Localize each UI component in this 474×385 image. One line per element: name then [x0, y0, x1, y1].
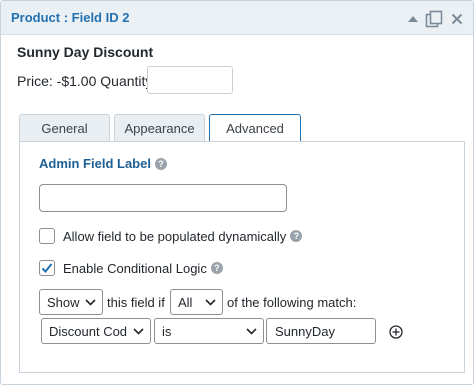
- field-settings-panel: Product : Field ID 2 Sunny Day Discount …: [0, 0, 474, 385]
- panel-body: Sunny Day Discount Price: -$1.00 Quantit…: [1, 36, 473, 384]
- conditional-logic-label[interactable]: Enable Conditional Logic: [63, 261, 207, 276]
- price-text: Price: -$1.00: [17, 73, 97, 89]
- rule-field-value: Discount Cod: [49, 323, 128, 339]
- rule-value-input[interactable]: SunnyDay: [266, 318, 376, 344]
- help-icon[interactable]: ?: [290, 230, 303, 242]
- chevron-down-icon: [246, 328, 257, 335]
- conditional-logic-checkbox[interactable]: [39, 260, 55, 276]
- rule-operator-select[interactable]: is: [154, 318, 264, 344]
- panel-title: Product : Field ID 2: [11, 10, 130, 25]
- price-row: Price: -$1.00 Quantity:: [17, 73, 156, 89]
- close-icon[interactable]: [447, 9, 467, 29]
- duplicate-icon[interactable]: [424, 9, 444, 29]
- help-icon[interactable]: ?: [154, 158, 167, 170]
- allow-dynamic-row: Allow field to be populated dynamically …: [39, 228, 303, 244]
- advanced-tab-panel: Admin Field Label? Allow field to be pop…: [19, 141, 465, 373]
- chevron-down-icon: [85, 299, 96, 306]
- tab-advanced[interactable]: Advanced: [209, 114, 301, 141]
- allow-dynamic-label[interactable]: Allow field to be populated dynamically: [63, 229, 286, 244]
- chevron-down-icon: [205, 299, 216, 306]
- admin-field-label: Admin Field Label?: [39, 156, 167, 171]
- allow-dynamic-checkbox[interactable]: [39, 228, 55, 244]
- match-select[interactable]: All: [170, 289, 223, 315]
- action-select-value: Show: [47, 294, 80, 310]
- admin-label-input[interactable]: [39, 184, 287, 212]
- conditional-logic-row: Enable Conditional Logic ?: [39, 260, 223, 276]
- match-select-value: All: [178, 294, 193, 310]
- rule-operator-value: is: [162, 323, 172, 339]
- field-name: Sunny Day Discount: [17, 44, 154, 60]
- this-field-if-text: this field if: [107, 295, 165, 310]
- tab-general[interactable]: General: [19, 114, 110, 142]
- help-icon[interactable]: ?: [210, 262, 223, 274]
- tab-appearance[interactable]: Appearance: [114, 114, 205, 142]
- collapse-arrow-icon[interactable]: [403, 9, 423, 29]
- add-rule-icon[interactable]: [389, 325, 403, 344]
- chevron-down-icon: [133, 328, 144, 335]
- quantity-field[interactable]: [147, 66, 233, 94]
- checkmark-icon: [41, 263, 53, 273]
- rule-field-select[interactable]: Discount Cod: [41, 318, 151, 344]
- action-select[interactable]: Show: [39, 289, 103, 315]
- following-match-text: of the following match:: [227, 295, 357, 310]
- panel-header: Product : Field ID 2: [1, 1, 473, 35]
- admin-field-label-text: Admin Field Label: [39, 156, 151, 171]
